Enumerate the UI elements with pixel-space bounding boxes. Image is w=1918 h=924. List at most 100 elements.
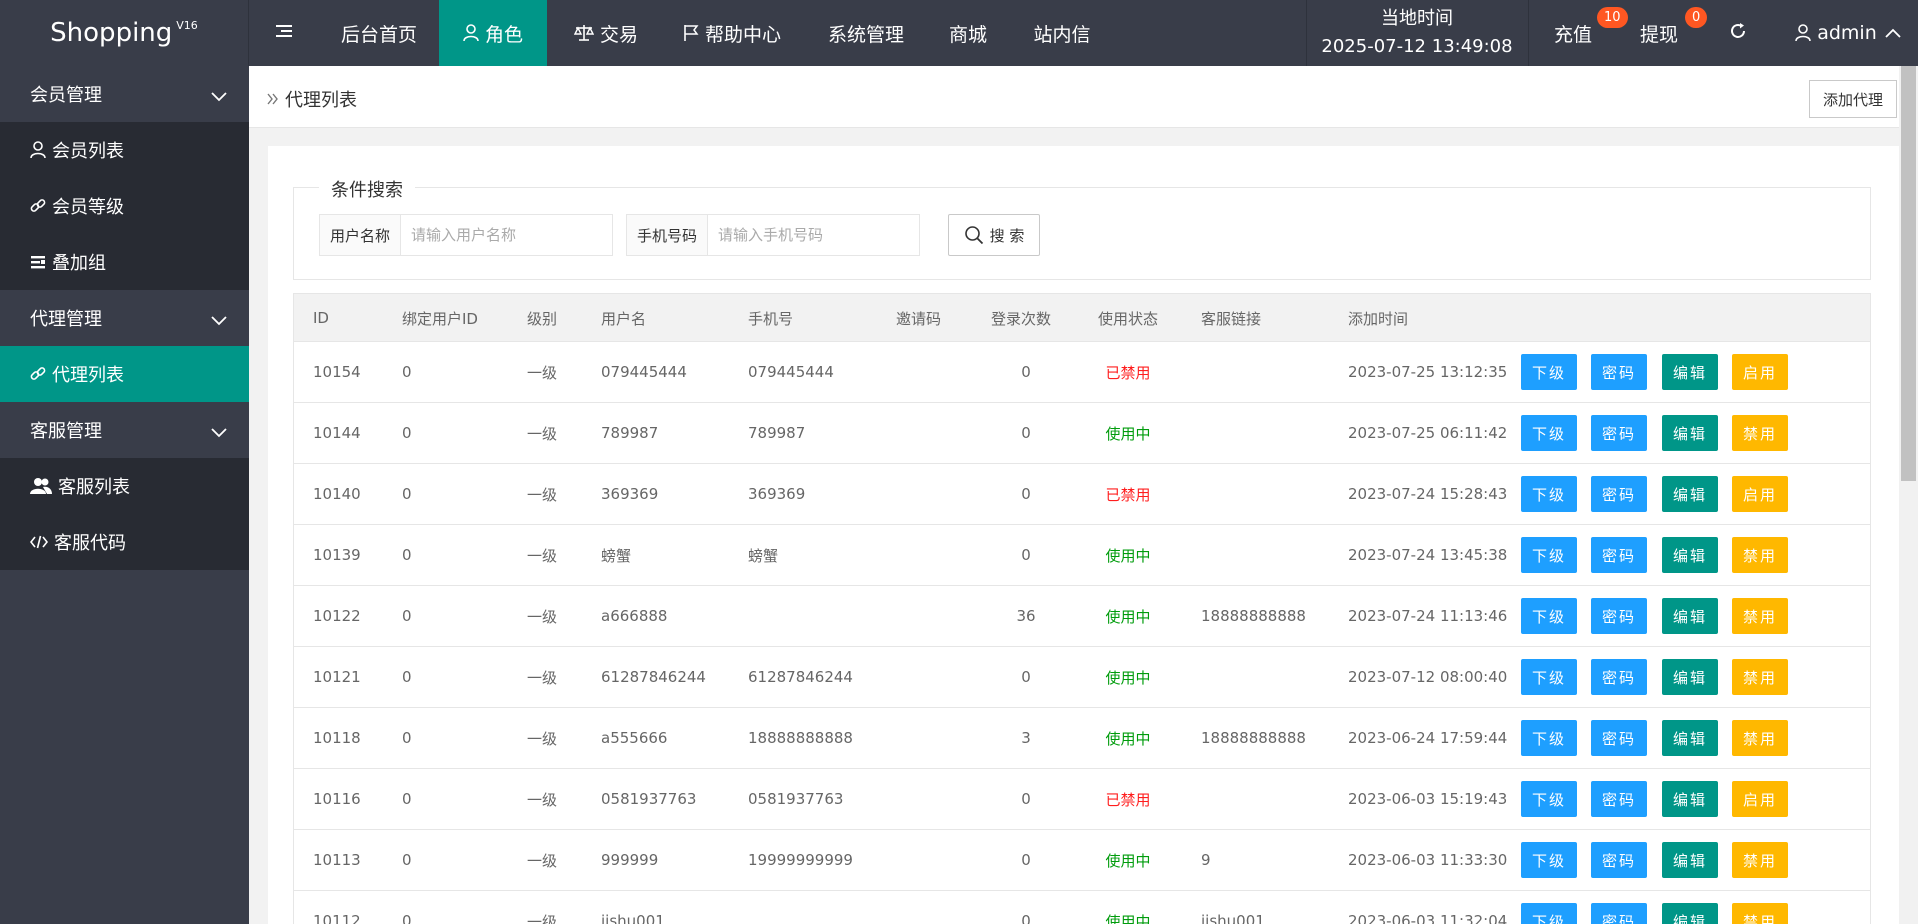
toggle-status-button[interactable]: 启用 [1732, 476, 1788, 512]
sidebar-item-stack-group[interactable]: 叠加组 [0, 234, 249, 290]
cell-created: 2023-07-24 13:45:38 [1348, 546, 1508, 564]
cell-bind-id: 0 [402, 729, 412, 747]
cell-cs-link [1201, 342, 1341, 402]
edit-button[interactable]: 编辑 [1662, 598, 1718, 634]
cell-level: 一级 [527, 485, 558, 504]
subordinate-button[interactable]: 下级 [1521, 659, 1577, 695]
toggle-status-button[interactable]: 启用 [1732, 781, 1788, 817]
table-row: 10116 0 一级 0581937763 0581937763 0 已禁用 2023-06-… [294, 769, 1870, 830]
table-row: 10118 0 一级 a555666 18888888888 3 使用中 1888888888… [294, 708, 1870, 769]
cell-level: 一级 [527, 546, 558, 565]
toggle-status-button[interactable]: 禁用 [1732, 659, 1788, 695]
edit-button[interactable]: 编辑 [1662, 903, 1718, 924]
scrollbar-thumb[interactable] [1901, 66, 1916, 481]
password-button[interactable]: 密码 [1591, 781, 1647, 817]
password-button[interactable]: 密码 [1591, 476, 1647, 512]
sidebar-item-cs-code[interactable]: 客服代码 [0, 514, 249, 570]
edit-button[interactable]: 编辑 [1662, 720, 1718, 756]
user-menu[interactable]: admin [1788, 0, 1908, 66]
sidebar-item-member-list[interactable]: 会员列表 [0, 122, 249, 178]
toggle-status-button[interactable]: 禁用 [1732, 903, 1788, 924]
toggle-status-button[interactable]: 启用 [1732, 354, 1788, 390]
menu-toggle-button[interactable] [253, 0, 317, 66]
nav-role[interactable]: 角色 [439, 0, 547, 66]
nav-trade[interactable]: 交易 [563, 0, 649, 66]
edit-button[interactable]: 编辑 [1662, 476, 1718, 512]
username-input[interactable] [401, 215, 612, 255]
toggle-status-button[interactable]: 禁用 [1732, 598, 1788, 634]
cell-level: 一级 [527, 912, 558, 924]
nav-messages[interactable]: 站内信 [1026, 0, 1098, 66]
nav-home[interactable]: 后台首页 [326, 0, 432, 66]
subordinate-button[interactable]: 下级 [1521, 781, 1577, 817]
sidebar-group-members[interactable]: 会员管理 [0, 66, 249, 122]
subordinate-button[interactable]: 下级 [1521, 354, 1577, 390]
nav-trade-label: 交易 [599, 23, 638, 46]
nav-mall[interactable]: 商城 [940, 0, 996, 66]
menu-icon [276, 22, 294, 44]
link-icon [30, 366, 46, 382]
edit-button[interactable]: 编辑 [1662, 415, 1718, 451]
sidebar-item-cs-list[interactable]: 客服列表 [0, 458, 249, 514]
cell-username: 789987 [601, 424, 659, 442]
subordinate-button[interactable]: 下级 [1521, 842, 1577, 878]
col-phone: 手机号 [748, 309, 794, 328]
edit-button[interactable]: 编辑 [1662, 537, 1718, 573]
sidebar-group-agents[interactable]: 代理管理 [0, 290, 249, 346]
subordinate-button[interactable]: 下级 [1521, 903, 1577, 924]
toggle-status-button[interactable]: 禁用 [1732, 415, 1788, 451]
add-agent-button[interactable]: 添加代理 [1808, 80, 1897, 118]
phone-input[interactable] [708, 215, 919, 255]
toggle-status-button[interactable]: 禁用 [1732, 537, 1788, 573]
nav-system[interactable]: 系统管理 [817, 0, 915, 66]
nav-help[interactable]: 帮助中心 [677, 0, 787, 66]
password-button[interactable]: 密码 [1591, 415, 1647, 451]
page-scrollbar[interactable] [1899, 66, 1918, 924]
cell-id: 10144 [313, 424, 361, 442]
refresh-icon [1729, 22, 1747, 45]
password-button[interactable]: 密码 [1591, 842, 1647, 878]
password-button[interactable]: 密码 [1591, 659, 1647, 695]
main-card: 条件搜索 用户名称 手机号码 搜 索 ID 绑定用户ID 级别 用户名 手机号 … [268, 146, 1900, 924]
sidebar-group-customer-service[interactable]: 客服管理 [0, 402, 249, 458]
withdraw-button[interactable]: 提现 [1624, 0, 1694, 66]
subordinate-button[interactable]: 下级 [1521, 720, 1577, 756]
password-button[interactable]: 密码 [1591, 354, 1647, 390]
edit-button[interactable]: 编辑 [1662, 659, 1718, 695]
cell-logins: 0 [1021, 912, 1031, 924]
chevron-down-icon [211, 86, 227, 107]
cell-id: 10118 [313, 729, 361, 747]
table-row: 10121 0 一级 61287846244 61287846244 0 使用中 2023-0… [294, 647, 1870, 708]
cell-logins: 0 [1021, 790, 1031, 808]
cell-invite [896, 586, 976, 646]
cell-level: 一级 [527, 851, 558, 870]
cell-cs-link [1201, 464, 1341, 524]
sidebar: 会员管理 会员列表 会员等级 叠加组 代理管理 代理列表 客服管理 客服列表 客… [0, 66, 249, 924]
sidebar-group-label: 代理管理 [30, 309, 102, 330]
cell-status: 使用中 [1105, 424, 1151, 443]
app-logo[interactable]: Shopping V16 [0, 0, 249, 66]
password-button[interactable]: 密码 [1591, 903, 1647, 924]
table-row: 10139 0 一级 螃蟹 螃蟹 0 使用中 2023-07-24 13:45:38 下级 密码编… [294, 525, 1870, 586]
password-button[interactable]: 密码 [1591, 598, 1647, 634]
cell-invite [896, 830, 976, 890]
subordinate-button[interactable]: 下级 [1521, 415, 1577, 451]
subordinate-button[interactable]: 下级 [1521, 537, 1577, 573]
search-button[interactable]: 搜 索 [948, 214, 1040, 256]
edit-button[interactable]: 编辑 [1662, 354, 1718, 390]
cell-level: 一级 [527, 790, 558, 809]
sidebar-item-agent-list[interactable]: 代理列表 [0, 346, 249, 402]
search-fieldset: 条件搜索 用户名称 手机号码 搜 索 [293, 176, 1871, 280]
subordinate-button[interactable]: 下级 [1521, 476, 1577, 512]
sidebar-item-member-level[interactable]: 会员等级 [0, 178, 249, 234]
subordinate-button[interactable]: 下级 [1521, 598, 1577, 634]
recharge-button[interactable]: 充值 [1538, 0, 1608, 66]
edit-button[interactable]: 编辑 [1662, 842, 1718, 878]
toggle-status-button[interactable]: 禁用 [1732, 720, 1788, 756]
cell-username: 61287846244 [601, 668, 706, 686]
edit-button[interactable]: 编辑 [1662, 781, 1718, 817]
password-button[interactable]: 密码 [1591, 537, 1647, 573]
refresh-button[interactable] [1716, 0, 1760, 66]
password-button[interactable]: 密码 [1591, 720, 1647, 756]
toggle-status-button[interactable]: 禁用 [1732, 842, 1788, 878]
